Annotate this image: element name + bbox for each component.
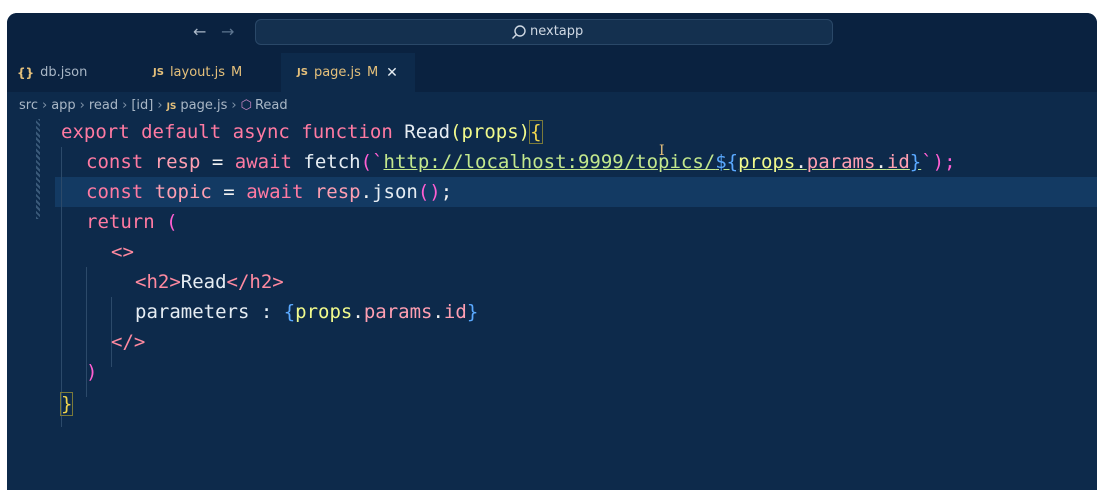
code-line-8: </> [111,331,146,353]
code-line-6: <h2>Read</h2> [135,271,284,293]
code-line-3: const topic = await resp.json(); [86,181,453,203]
chevron-right-icon: › [122,98,128,113]
text-cursor-icon: I [659,143,665,159]
tab-page-js[interactable]: JS page.js M ✕ [281,53,415,92]
title-bar: ← → nextapp [7,13,1097,53]
tab-layout-js[interactable]: JS layout.js M [135,53,281,92]
code-line-7: parameters : {props.params.id} [135,301,479,323]
chevron-right-icon: › [79,98,85,113]
tab-db-json[interactable]: {} db.json [7,53,135,92]
tab-label: page.js [313,65,361,80]
breadcrumb-file[interactable]: page.js [180,98,227,113]
chevron-right-icon: › [157,98,163,113]
breadcrumb: src › app › read › [id] › JS page.js › ⬡ Read [19,97,288,115]
code-line-2: const resp = await fetch(`http://localho… [86,151,956,173]
back-arrow-icon[interactable]: ← [193,22,206,42]
chevron-right-icon: › [231,98,237,113]
breadcrumb-item[interactable]: app [51,98,75,113]
code-line-5: <> [111,241,134,263]
symbol-icon: ⬡ [240,98,252,113]
code-editor[interactable]: export default async function Read(props… [7,117,1097,490]
tab-label: db.json [40,65,88,80]
tab-bar: {} db.json JS layout.js M JS page.js M ✕ [7,53,1097,92]
tab-label: layout.js [169,65,226,80]
indent-guide [61,147,62,427]
chevron-right-icon: › [41,98,48,113]
search-icon [512,25,526,39]
code-line-9: ) [86,361,98,383]
code-line-1: export default async function Read(props… [61,120,543,144]
search-text: nextapp [530,24,584,39]
javascript-icon: JS [166,102,177,112]
breadcrumb-item[interactable]: src [19,98,38,113]
modified-badge: M [231,65,243,80]
javascript-icon: JS [153,67,164,78]
modified-badge: M [366,65,379,80]
code-line-4: return ( [86,211,178,233]
close-icon[interactable]: ✕ [386,65,398,81]
editor-window: ← → nextapp {} db.json JS layout.js M JS… [7,13,1097,490]
breadcrumb-item[interactable]: [id] [131,98,153,113]
breadcrumb-symbol[interactable]: Read [255,98,288,113]
json-icon: {} [17,65,35,80]
fold-indicator [36,119,40,219]
command-center-search[interactable]: nextapp [255,19,833,45]
javascript-icon: JS [297,67,308,78]
code-line-10: } [59,392,74,416]
breadcrumb-item[interactable]: read [89,98,118,113]
forward-arrow-icon[interactable]: → [221,22,234,42]
